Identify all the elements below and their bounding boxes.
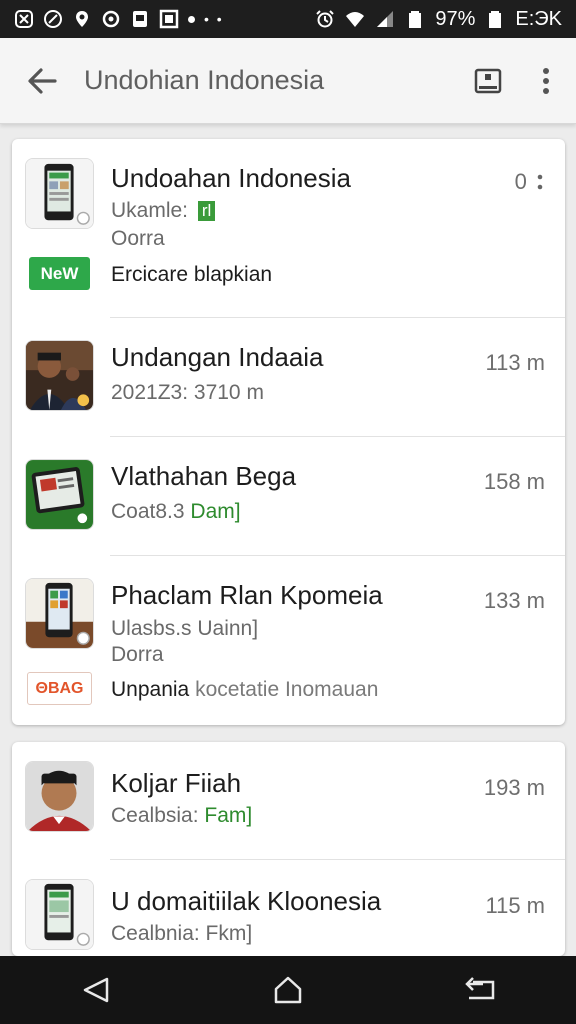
overflow-menu-button[interactable] <box>516 38 576 124</box>
nav-recents-button[interactable] <box>440 956 520 1024</box>
recents-icon <box>465 977 495 1000</box>
item-meta: 2021Z3: 3710 m <box>111 381 264 404</box>
item-distance: 115 m <box>485 893 545 918</box>
list-item[interactable]: Phaclam Rlan Kpomeia Ulasbs.s Uainn] Dor… <box>12 556 565 725</box>
more-notifications-icon: • • <box>204 11 224 27</box>
item-meta-label: Ukamle: <box>111 199 189 222</box>
nav-home-button[interactable] <box>248 956 328 1024</box>
page-title: Undohian Indonesia <box>84 65 325 95</box>
navigation-bar <box>0 956 576 1024</box>
alarm-icon <box>315 9 335 29</box>
list-item[interactable]: Undangan Indaaia 2021Z3: 3710 m 113 m <box>12 318 565 436</box>
battery-charging-icon <box>485 9 505 29</box>
new-badge: NeW <box>29 257 90 290</box>
list-item[interactable]: U domaitiilak Kloonesia Cealbnia: Fkm] 1… <box>12 860 565 956</box>
app-thumbnail <box>25 879 94 950</box>
app-thumbnail <box>25 761 94 832</box>
app-thumbnail <box>25 340 94 411</box>
bookmark-box-icon <box>474 68 502 93</box>
phone-app-image <box>26 159 93 228</box>
item-meta: Coat8.3 Dam] <box>111 500 241 524</box>
item-distance-value: 0 <box>514 169 527 194</box>
app-thumbnail <box>25 578 94 649</box>
phone-app-image <box>26 460 93 529</box>
item-title: Undangan Indaaia <box>111 342 324 372</box>
status-system-icons: 97% E:ЭK <box>315 8 562 31</box>
status-bar: • • 97% E:ЭK <box>0 0 576 38</box>
notification-dot-icon <box>188 15 195 23</box>
item-tag: rl <box>197 201 216 222</box>
signal-icon <box>375 9 395 29</box>
item-distance: 193 m <box>483 775 545 800</box>
item-meta: Cealbnia: Fkm] <box>111 922 253 945</box>
arrow-back-icon <box>28 67 57 94</box>
item-distance: 113 m <box>485 350 545 375</box>
wifi-icon <box>345 9 365 29</box>
badge-caption-secondary: kocetatie Inomauan <box>195 678 379 701</box>
item-distance: 0 <box>515 169 543 195</box>
status-notification-icons: • • <box>14 9 224 29</box>
bookmark-button[interactable] <box>460 38 516 124</box>
item-subtitle: Oorra <box>111 227 165 250</box>
notification-x-icon <box>14 9 34 29</box>
item-title: Undoahan Indonesia <box>111 163 351 193</box>
item-tag: Dam] <box>190 500 241 523</box>
battery-percent: 97% <box>435 7 476 30</box>
badge-caption-primary: Unpania <box>111 678 190 701</box>
badge-caption: Ercicare blapkian <box>111 263 273 286</box>
results-card: Koljar Fiiah Cealbsia: Fam] 193 m U doma… <box>12 742 565 956</box>
item-meta: Ulasbs.s Uainn] <box>111 617 259 640</box>
location-pin-icon <box>72 9 92 29</box>
back-button[interactable] <box>0 38 84 124</box>
item-meta: Cealbsia: Fam] <box>111 804 252 828</box>
item-title: Phaclam Rlan Kpomeia <box>111 580 383 610</box>
home-icon <box>274 976 302 1004</box>
item-title: U domaitiilak Kloonesia <box>111 886 382 916</box>
list-item[interactable]: Undoahan Indonesia Ukamle: rl Oorra 0 Ne… <box>12 139 565 317</box>
item-distance: 133 m <box>483 588 545 613</box>
person-photo-image <box>26 762 93 831</box>
app-thumbnail <box>25 459 94 530</box>
app-thumbnail <box>25 158 94 229</box>
phone-app-image <box>26 880 93 949</box>
item-title: Koljar Fiiah <box>111 768 242 798</box>
list-item[interactable]: Vlathahan Bega Coat8.3 Dam] 158 m <box>12 437 565 555</box>
item-meta: Ukamle: rl <box>111 199 216 223</box>
bag-badge: ΘBAG <box>27 672 92 705</box>
item-meta-label: Cealbsia: <box>111 804 199 827</box>
item-distance: 158 m <box>483 469 545 494</box>
notification-slash-icon <box>43 9 63 29</box>
notification-square-icon <box>130 9 150 29</box>
nav-back-button[interactable] <box>56 956 136 1024</box>
more-vert-icon <box>543 67 549 94</box>
notification-box-icon <box>159 9 179 29</box>
item-more-icon[interactable] <box>537 173 543 193</box>
person-photo-image <box>26 341 93 410</box>
item-meta-label: Coat8.3 <box>111 500 185 523</box>
list-item[interactable]: Koljar Fiiah Cealbsia: Fam] 193 m <box>12 742 565 859</box>
results-card: Undoahan Indonesia Ukamle: rl Oorra 0 Ne… <box>12 139 565 725</box>
notification-circle-icon <box>101 9 121 29</box>
item-title: Vlathahan Bega <box>111 461 297 491</box>
status-time: E:ЭK <box>515 7 562 30</box>
back-triangle-icon <box>83 977 109 1003</box>
item-subtitle: Dorra <box>111 643 164 666</box>
phone-app-image <box>26 579 93 648</box>
battery-icon <box>405 9 425 29</box>
badge-caption: Unpania kocetatie Inomauan <box>111 678 378 702</box>
item-tag: Fam] <box>204 804 253 827</box>
app-bar: Undohian Indonesia <box>0 38 576 124</box>
